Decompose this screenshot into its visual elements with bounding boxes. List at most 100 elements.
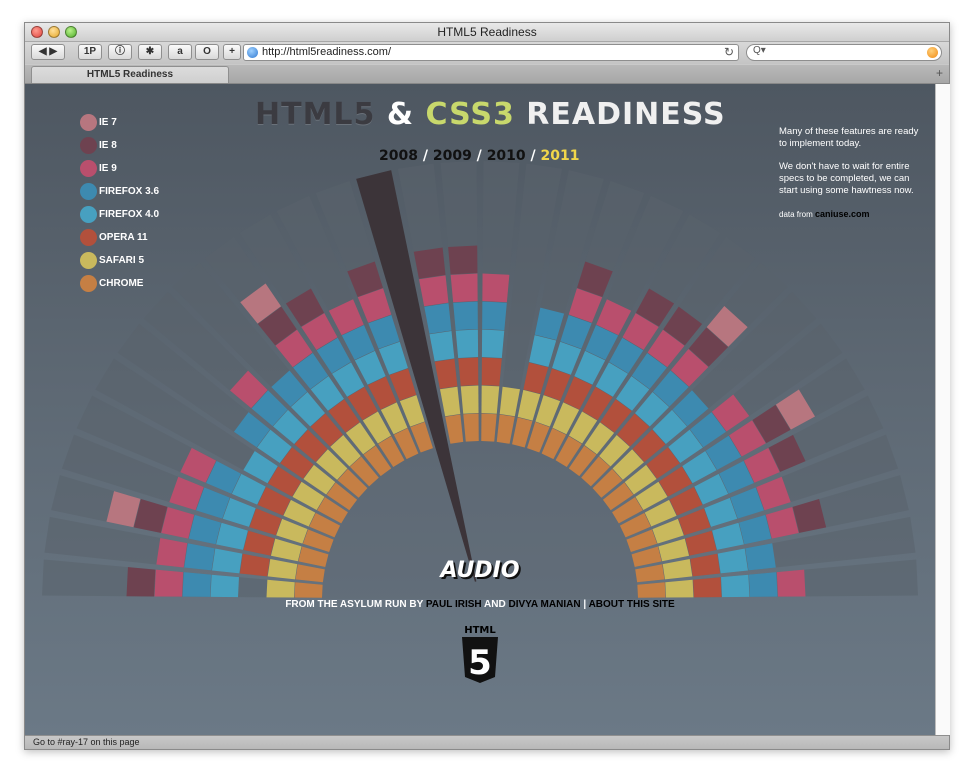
year-2008-link[interactable]: 2008: [379, 148, 418, 164]
opera-button[interactable]: O: [195, 44, 219, 60]
address-text: http://html5readiness.com/: [262, 46, 392, 58]
vertical-scrollbar[interactable]: [935, 84, 950, 735]
ray-segment[interactable]: [637, 582, 666, 598]
credits-line: FROM THE ASYLUM RUN BY PAUL IRISH AND DI…: [25, 599, 935, 610]
legend-label: IE 8: [99, 140, 117, 151]
legend-swatch: [80, 206, 97, 223]
ray-segment[interactable]: [460, 385, 479, 414]
title-readiness: READINESS: [526, 97, 726, 132]
legend-swatch: [80, 229, 97, 246]
back-forward-buttons[interactable]: ◀ ▶: [31, 44, 65, 60]
title-html5: HTML5: [255, 97, 376, 132]
ray-segment[interactable]: [424, 303, 452, 334]
status-bar: Go to #ray-17 on this page: [25, 735, 949, 749]
legend-label: SAFARI 5: [99, 255, 145, 266]
search-field[interactable]: Q▾: [746, 44, 942, 61]
year-2011-link[interactable]: 2011: [541, 148, 580, 164]
year-2009-link[interactable]: 2009: [433, 148, 472, 164]
legend-swatch: [80, 275, 97, 292]
year-separator: /: [471, 148, 487, 164]
ray-segment[interactable]: [453, 301, 478, 331]
paul-irish-link[interactable]: PAUL IRISH: [426, 599, 482, 610]
ray-segment[interactable]: [434, 358, 458, 389]
search-icon: Q▾: [753, 45, 766, 56]
year-selector: 2008 / 2009 / 2010 / 2011: [379, 148, 580, 164]
ray-segment[interactable]: [429, 331, 455, 362]
ray-segment[interactable]: [448, 245, 478, 275]
legend-swatch: [80, 114, 97, 131]
title-bar: HTML5 Readiness: [25, 23, 949, 42]
ray-segment[interactable]: [496, 414, 515, 444]
legend-label: CHROME: [99, 278, 144, 289]
new-tab-icon[interactable]: +: [936, 66, 943, 80]
ray-segment[interactable]: [712, 522, 744, 550]
ray-segment[interactable]: [685, 530, 717, 556]
window-title: HTML5 Readiness: [437, 25, 537, 39]
legend-label: FIREFOX 3.6: [99, 186, 160, 197]
globe-icon: [247, 47, 258, 58]
add-bookmark-button[interactable]: +: [223, 44, 241, 60]
info-button[interactable]: ⓘ: [108, 44, 132, 60]
selected-feature-label: AUDIO: [440, 558, 520, 583]
year-2010-link[interactable]: 2010: [487, 148, 526, 164]
tab-html5-readiness[interactable]: HTML5 Readiness: [31, 66, 229, 83]
legend-label: OPERA 11: [99, 232, 148, 243]
legend-label: IE 9: [99, 163, 117, 174]
ray-segment[interactable]: [481, 329, 505, 358]
data-from-label: data from: [779, 210, 813, 219]
data-source: data from caniuse.com: [779, 208, 919, 221]
reload-icon[interactable]: ↻: [724, 45, 734, 59]
bug-button[interactable]: ✱: [138, 44, 162, 60]
ray-segment[interactable]: [216, 522, 248, 550]
page-title: HTML5 & CSS3 READINESS: [255, 97, 726, 132]
ray-segment[interactable]: [481, 413, 497, 442]
tab-bar: HTML5 Readiness +: [25, 65, 949, 84]
year-separator: /: [525, 148, 541, 164]
browser-toolbar: ◀ ▶ 1P ⓘ ✱ a O + http://html5readiness.c…: [25, 42, 949, 64]
ray-segment[interactable]: [294, 582, 323, 598]
ray-segment[interactable]: [458, 357, 479, 386]
ray-segment[interactable]: [450, 273, 478, 303]
browser-window: HTML5 Readiness ◀ ▶ 1P ⓘ ✱ a O + http://…: [24, 22, 950, 750]
title-css3: CSS3: [425, 97, 515, 132]
note-paragraph-1: Many of these features are ready to impl…: [779, 126, 919, 149]
page-content: IE 7 IE 8 IE 9 FIREFOX 3.6 FIREFOX 4.0 O…: [25, 84, 935, 735]
ray-segment[interactable]: [481, 385, 500, 414]
html5-logo: HTML 5: [462, 625, 498, 683]
amazon-button[interactable]: a: [168, 44, 192, 60]
legend-label: FIREFOX 4.0: [99, 209, 160, 220]
legend-swatch: [80, 160, 97, 177]
legend-swatch: [80, 183, 97, 200]
credits-and: AND: [484, 599, 506, 610]
ray-segment[interactable]: [463, 413, 479, 442]
logo-digit: 5: [468, 643, 492, 683]
legend-swatch: [80, 252, 97, 269]
search-engine-icon[interactable]: [927, 47, 938, 58]
year-separator: /: [417, 148, 433, 164]
logo-html-text: HTML: [464, 625, 496, 636]
ray-segment[interactable]: [517, 389, 541, 421]
ray-segment[interactable]: [243, 530, 275, 556]
ray-segment[interactable]: [439, 386, 461, 417]
ray-segment[interactable]: [499, 386, 521, 417]
divya-manian-link[interactable]: DIVYA MANIAN: [509, 599, 581, 610]
onepassword-button[interactable]: 1P: [78, 44, 102, 60]
title-ampersand: &: [386, 97, 415, 132]
address-bar[interactable]: http://html5readiness.com/ ↻: [243, 44, 739, 61]
caniuse-link[interactable]: caniuse.com: [815, 209, 870, 219]
ray-segment[interactable]: [529, 335, 557, 367]
ray-segment[interactable]: [419, 275, 449, 307]
ray-segment[interactable]: [482, 273, 510, 303]
legend-swatch: [80, 137, 97, 154]
ray-segment[interactable]: [455, 329, 479, 358]
credits-prefix: FROM THE ASYLUM RUN BY: [285, 599, 424, 610]
legend-label: IE 7: [99, 117, 117, 128]
about-site-link[interactable]: ABOUT THIS SITE: [589, 599, 675, 610]
ray-segment[interactable]: [482, 301, 507, 331]
ray-segment[interactable]: [481, 357, 502, 386]
ray-segment[interactable]: [523, 362, 549, 394]
side-note: Many of these features are ready to impl…: [779, 126, 919, 221]
ray-segment[interactable]: [445, 414, 464, 444]
ray-segment[interactable]: [413, 247, 446, 279]
credits-separator: |: [583, 599, 587, 610]
